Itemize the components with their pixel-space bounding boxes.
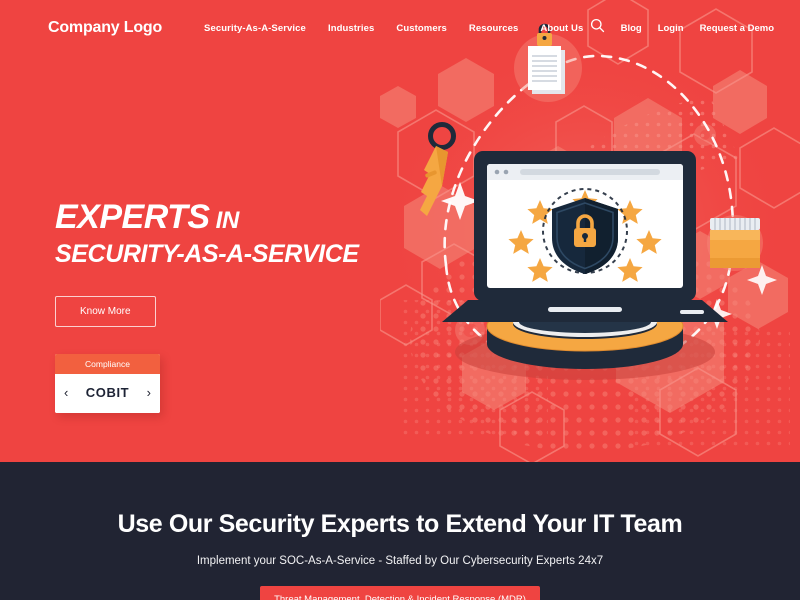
nav-item-security-as-a-service[interactable]: Security-As-A-Service — [204, 23, 306, 34]
nav-item-industries[interactable]: Industries — [328, 23, 374, 34]
cta-band-subtitle: Implement your SOC-As-A-Service - Staffe… — [196, 555, 604, 567]
nav-item-about-us[interactable]: About Us — [540, 23, 583, 34]
hero-headline-line2: SECURITY-AS-A-SERVICE — [55, 240, 359, 268]
compliance-value: COBIT — [85, 385, 130, 400]
brand-logo[interactable]: Company Logo — [48, 19, 162, 37]
nav-item-resources[interactable]: Resources — [469, 23, 518, 34]
cta-band: Use Our Security Experts to Extend Your … — [0, 462, 800, 600]
hero-headline: EXPERTS IN SECURITY-AS-A-SERVICE — [55, 200, 359, 267]
hero-headline-experts: EXPERTS — [55, 198, 210, 236]
cta-band-title: Use Our Security Experts to Extend Your … — [117, 510, 683, 538]
mdr-cta-button[interactable]: Threat Management, Detection & Incident … — [260, 586, 540, 600]
nav-actions: Blog Login Request a Demo — [590, 18, 774, 38]
folder-icon — [707, 215, 763, 271]
nav-item-request-a-demo[interactable]: Request a Demo — [700, 23, 774, 34]
know-more-button[interactable]: Know More — [55, 296, 156, 327]
hero-headline-in: IN — [215, 207, 240, 234]
laptop — [442, 151, 728, 322]
compliance-card-header: Compliance — [55, 354, 160, 374]
search-icon[interactable] — [590, 18, 605, 38]
hero-section: Company Logo Security-As-A-Service Indus… — [0, 0, 800, 462]
nav-item-login[interactable]: Login — [658, 23, 684, 34]
compliance-card: Compliance ‹ COBIT › — [55, 354, 160, 413]
hero-headline-line1: EXPERTS IN — [55, 200, 359, 234]
nav-item-blog[interactable]: Blog — [621, 23, 642, 34]
hero-illustration-svg — [380, 0, 800, 462]
nav-item-customers[interactable]: Customers — [396, 23, 447, 34]
page-root: Company Logo Security-As-A-Service Indus… — [0, 0, 800, 600]
hero-illustration — [380, 0, 800, 462]
compliance-card-body: ‹ COBIT › — [55, 374, 160, 413]
nav-links: Security-As-A-Service Industries Custome… — [204, 23, 583, 34]
top-navigation: Company Logo Security-As-A-Service Indus… — [0, 0, 800, 56]
compliance-next-icon[interactable]: › — [147, 386, 151, 399]
hero-content: EXPERTS IN SECURITY-AS-A-SERVICE Know Mor… — [55, 200, 359, 327]
